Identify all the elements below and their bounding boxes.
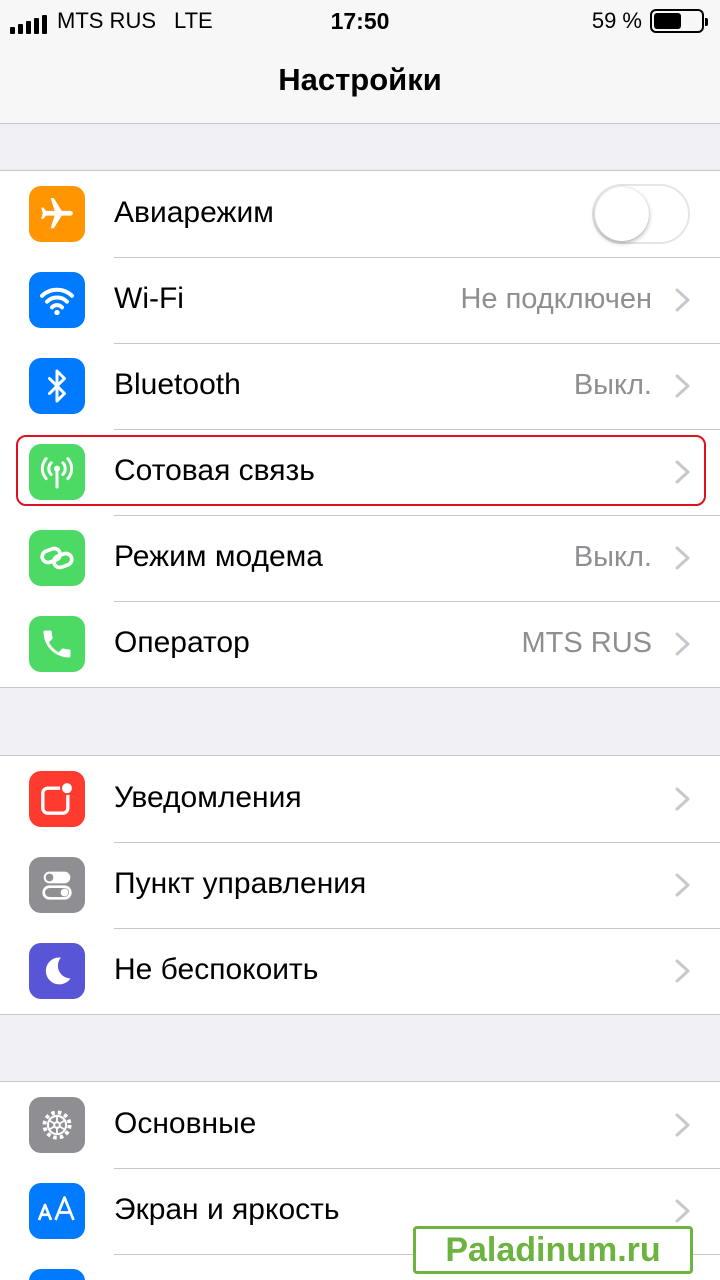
antenna-icon	[29, 444, 85, 500]
row-personal-hotspot[interactable]: Режим модема Выкл.	[0, 515, 720, 601]
battery-fill	[654, 13, 682, 29]
chevron-right-icon	[675, 288, 690, 312]
chevron-right-icon	[675, 959, 690, 983]
chevron-right-icon	[675, 374, 690, 398]
row-notifications[interactable]: Уведомления	[0, 756, 720, 842]
row-label: Сотовая связь	[114, 454, 315, 487]
row-bluetooth[interactable]: Bluetooth Выкл.	[0, 343, 720, 429]
chevron-right-icon	[675, 873, 690, 897]
settings-group-connectivity: Авиарежим Wi-Fi Не подключен Bluetooth В…	[0, 170, 720, 688]
page-title: Настройки	[278, 62, 442, 97]
settings-group-notifications: Уведомления Пункт управления Не беспокои…	[0, 755, 720, 1015]
row-airplane-mode[interactable]: Авиарежим	[0, 171, 720, 257]
app-icon	[29, 1269, 85, 1280]
row-label: Wi-Fi	[114, 282, 184, 315]
row-label: Не беспокоить	[114, 953, 319, 986]
status-right: 59 %	[591, 8, 708, 34]
moon-icon	[29, 943, 85, 999]
chevron-right-icon	[675, 1199, 690, 1223]
row-label: Пункт управления	[114, 867, 367, 900]
notifications-icon	[29, 771, 85, 827]
wifi-icon	[29, 272, 85, 328]
phone-icon	[29, 616, 85, 672]
row-label: Экран и яркость	[114, 1193, 340, 1226]
row-wifi[interactable]: Wi-Fi Не подключен	[0, 257, 720, 343]
chevron-right-icon	[675, 460, 690, 484]
gear-icon	[29, 1097, 85, 1153]
row-value: Не подключен	[460, 283, 652, 315]
airplane-mode-toggle[interactable]	[592, 184, 690, 244]
control-center-icon	[29, 857, 85, 913]
row-label: Основные	[114, 1107, 257, 1140]
row-value: Выкл.	[573, 369, 652, 401]
text-size-icon	[29, 1183, 85, 1239]
row-control-center[interactable]: Пункт управления	[0, 842, 720, 928]
toggle-knob	[595, 187, 649, 241]
row-do-not-disturb[interactable]: Не беспокоить	[0, 928, 720, 1014]
chevron-right-icon	[675, 546, 690, 570]
row-label: Оператор	[114, 626, 250, 659]
hotspot-icon	[29, 530, 85, 586]
row-value: MTS RUS	[521, 627, 653, 659]
row-cellular[interactable]: Сотовая связь	[0, 429, 720, 515]
airplane-icon	[29, 186, 85, 242]
row-value: Выкл.	[573, 541, 652, 573]
chevron-right-icon	[675, 1113, 690, 1137]
row-label: Авиарежим	[114, 196, 274, 229]
watermark: Paladinum.ru	[413, 1226, 693, 1274]
row-label: Режим модема	[114, 540, 323, 573]
row-label: Уведомления	[114, 781, 302, 814]
chevron-right-icon	[675, 632, 690, 656]
chevron-right-icon	[675, 787, 690, 811]
battery-icon	[650, 9, 708, 33]
row-carrier[interactable]: Оператор MTS RUS	[0, 601, 720, 687]
row-general[interactable]: Основные	[0, 1082, 720, 1168]
navigation-bar: Настройки	[0, 40, 720, 124]
row-label: Bluetooth	[114, 368, 241, 401]
status-bar: MTS RUS LTE 17:50 59 %	[0, 0, 720, 40]
bluetooth-icon	[29, 358, 85, 414]
battery-percent: 59 %	[591, 8, 642, 33]
